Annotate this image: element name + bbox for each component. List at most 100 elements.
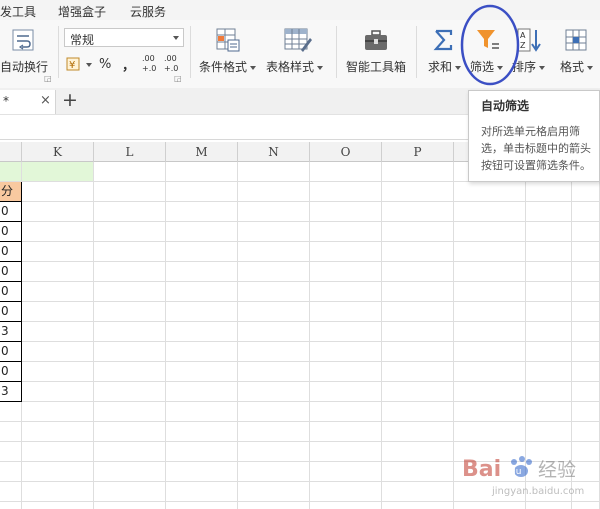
table-cell[interactable]	[526, 222, 572, 242]
table-cell[interactable]	[166, 362, 238, 382]
table-cell[interactable]	[454, 202, 526, 222]
percent-button[interactable]: %	[99, 57, 111, 72]
table-cell[interactable]	[238, 322, 310, 342]
table-cell[interactable]	[22, 262, 94, 282]
table-cell[interactable]	[22, 502, 94, 509]
table-cell[interactable]	[166, 202, 238, 222]
add-tab-button[interactable]: +	[62, 89, 78, 111]
column-header-p[interactable]: P	[382, 142, 454, 162]
table-cell[interactable]	[572, 322, 600, 342]
table-cell[interactable]	[526, 382, 572, 402]
table-cell[interactable]	[526, 182, 572, 202]
table-cell[interactable]	[310, 202, 382, 222]
table-cell[interactable]	[166, 182, 238, 202]
table-cell[interactable]	[238, 262, 310, 282]
dialog-launcher-icon[interactable]: ◲	[174, 74, 182, 83]
table-cell[interactable]	[310, 342, 382, 362]
table-cell[interactable]	[94, 342, 166, 362]
table-cell[interactable]	[238, 282, 310, 302]
table-cell[interactable]	[238, 422, 310, 442]
conditional-format-icon-button[interactable]	[214, 26, 242, 54]
table-cell[interactable]	[526, 242, 572, 262]
table-cell[interactable]	[94, 282, 166, 302]
format-button[interactable]: 格式	[560, 58, 594, 75]
table-cell[interactable]: 0	[0, 342, 22, 362]
table-cell[interactable]: 3	[0, 322, 22, 342]
table-cell[interactable]	[310, 162, 382, 182]
table-cell[interactable]	[238, 182, 310, 202]
table-cell[interactable]	[454, 362, 526, 382]
table-cell[interactable]	[166, 502, 238, 509]
table-cell[interactable]	[94, 422, 166, 442]
table-cell[interactable]	[382, 442, 454, 462]
table-cell[interactable]	[166, 162, 238, 182]
table-cell[interactable]	[22, 282, 94, 302]
format-icon-button[interactable]	[564, 28, 590, 54]
table-cell[interactable]	[22, 302, 94, 322]
table-cell[interactable]	[382, 162, 454, 182]
table-cell[interactable]	[310, 362, 382, 382]
table-cell[interactable]	[454, 182, 526, 202]
table-cell[interactable]	[572, 202, 600, 222]
table-cell[interactable]	[238, 442, 310, 462]
table-cell[interactable]	[238, 362, 310, 382]
table-cell[interactable]	[572, 362, 600, 382]
table-cell[interactable]	[238, 382, 310, 402]
table-cell[interactable]	[0, 402, 22, 422]
table-cell[interactable]: 0	[0, 202, 22, 222]
table-cell[interactable]	[22, 162, 94, 182]
close-icon[interactable]: ×	[40, 93, 51, 108]
table-cell[interactable]	[454, 302, 526, 322]
table-cell[interactable]	[526, 402, 572, 422]
table-cell[interactable]	[22, 482, 94, 502]
table-cell[interactable]	[526, 422, 572, 442]
table-cell[interactable]	[382, 302, 454, 322]
table-cell[interactable]	[22, 322, 94, 342]
table-cell[interactable]	[572, 302, 600, 322]
table-cell[interactable]	[238, 242, 310, 262]
table-cell[interactable]	[310, 442, 382, 462]
table-cell[interactable]	[572, 282, 600, 302]
table-cell[interactable]	[382, 502, 454, 509]
table-cell[interactable]: 3	[0, 382, 22, 402]
number-format-select[interactable]: 常规	[64, 28, 184, 47]
table-cell[interactable]	[382, 402, 454, 422]
table-cell[interactable]	[22, 382, 94, 402]
table-cell[interactable]	[310, 302, 382, 322]
table-cell[interactable]	[94, 262, 166, 282]
table-cell[interactable]: 0	[0, 242, 22, 262]
table-cell[interactable]	[454, 382, 526, 402]
table-cell[interactable]	[382, 422, 454, 442]
column-header-k[interactable]: K	[22, 142, 94, 162]
sum-icon-button[interactable]	[432, 28, 456, 54]
table-cell[interactable]	[166, 302, 238, 322]
table-cell[interactable]	[572, 242, 600, 262]
table-cell[interactable]	[94, 302, 166, 322]
table-style-icon-button[interactable]	[283, 26, 313, 54]
menu-enhance-box[interactable]: 增强盒子	[58, 3, 106, 20]
conditional-format-button[interactable]: 条件格式	[199, 58, 257, 75]
table-cell[interactable]	[22, 242, 94, 262]
table-cell[interactable]	[238, 342, 310, 362]
table-cell[interactable]	[310, 482, 382, 502]
table-cell[interactable]	[382, 342, 454, 362]
table-cell[interactable]	[310, 262, 382, 282]
smart-toolbox-button[interactable]: 智能工具箱	[346, 58, 406, 75]
table-cell[interactable]	[454, 222, 526, 242]
table-cell[interactable]	[166, 482, 238, 502]
table-cell[interactable]	[238, 162, 310, 182]
table-cell[interactable]	[572, 422, 600, 442]
smart-toolbox-icon-button[interactable]	[362, 28, 390, 54]
table-cell[interactable]	[310, 422, 382, 442]
table-cell[interactable]	[166, 382, 238, 402]
column-header[interactable]	[0, 142, 22, 162]
table-cell[interactable]	[382, 262, 454, 282]
table-cell[interactable]	[572, 342, 600, 362]
table-cell[interactable]	[526, 342, 572, 362]
table-cell[interactable]	[310, 182, 382, 202]
menu-dev-tools[interactable]: 发工具	[0, 3, 36, 20]
table-cell[interactable]	[572, 182, 600, 202]
table-cell[interactable]	[238, 502, 310, 509]
table-cell[interactable]	[526, 502, 572, 509]
table-cell[interactable]	[454, 342, 526, 362]
